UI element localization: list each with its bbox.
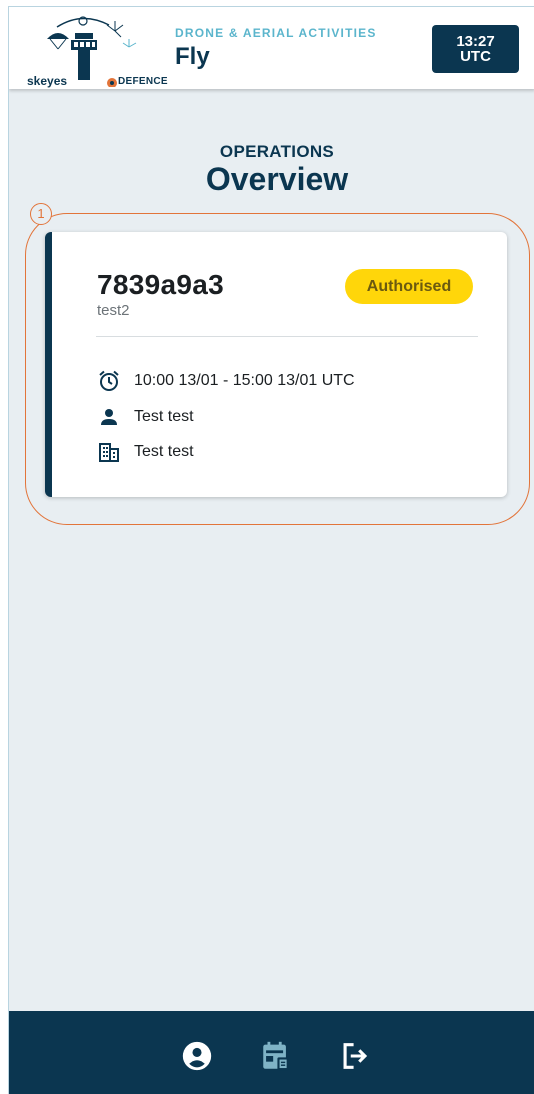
app-subtitle: DRONE & AERIAL ACTIVITIES <box>175 26 377 40</box>
utc-clock: 13:27 UTC <box>432 25 519 73</box>
operation-card[interactable]: 7839a9a3 test2 Authorised 10:00 13/01 - … <box>45 232 507 497</box>
brand-skeyes: skeyes <box>27 74 68 88</box>
nav-logout-button[interactable] <box>338 1039 372 1073</box>
skeyes-defence-logo[interactable]: skeyes DEFENCE <box>17 13 177 88</box>
page-subtitle: OPERATIONS <box>219 142 335 161</box>
time-window: 10:00 13/01 - 15:00 13/01 UTC <box>134 372 355 389</box>
nav-profile-button[interactable] <box>180 1039 214 1073</box>
page-title: Overview <box>205 161 349 197</box>
person-icon <box>97 405 121 429</box>
status-badge: Authorised <box>345 269 473 304</box>
time-window-row: 10:00 13/01 - 15:00 13/01 UTC <box>97 369 355 393</box>
account-circle-icon <box>182 1041 212 1071</box>
clock-time: 13:27 <box>456 33 495 50</box>
operation-id: 7839a9a3 <box>97 269 224 300</box>
pilot-row: Test test <box>97 405 194 429</box>
card-divider <box>96 336 478 337</box>
clock-zone: UTC <box>460 48 491 65</box>
app-title: Fly <box>175 43 210 70</box>
calendar-list-icon <box>263 1041 289 1071</box>
brand-defence: DEFENCE <box>118 76 168 87</box>
nav-operations-button[interactable] <box>259 1039 293 1073</box>
alarm-clock-icon <box>97 369 121 393</box>
organisation-name: Test test <box>134 443 194 460</box>
operation-name: test2 <box>97 302 130 319</box>
building-icon <box>97 440 121 464</box>
logout-icon <box>343 1043 368 1069</box>
app-header: skeyes DEFENCE DRONE & AERIAL ACTIVITIES… <box>9 7 534 89</box>
bottom-nav <box>9 1011 534 1094</box>
pilot-name: Test test <box>134 408 194 425</box>
organisation-row: Test test <box>97 440 194 464</box>
app-frame: skeyes DEFENCE DRONE & AERIAL ACTIVITIES… <box>8 6 534 1094</box>
annotation-number: 1 <box>30 203 52 225</box>
